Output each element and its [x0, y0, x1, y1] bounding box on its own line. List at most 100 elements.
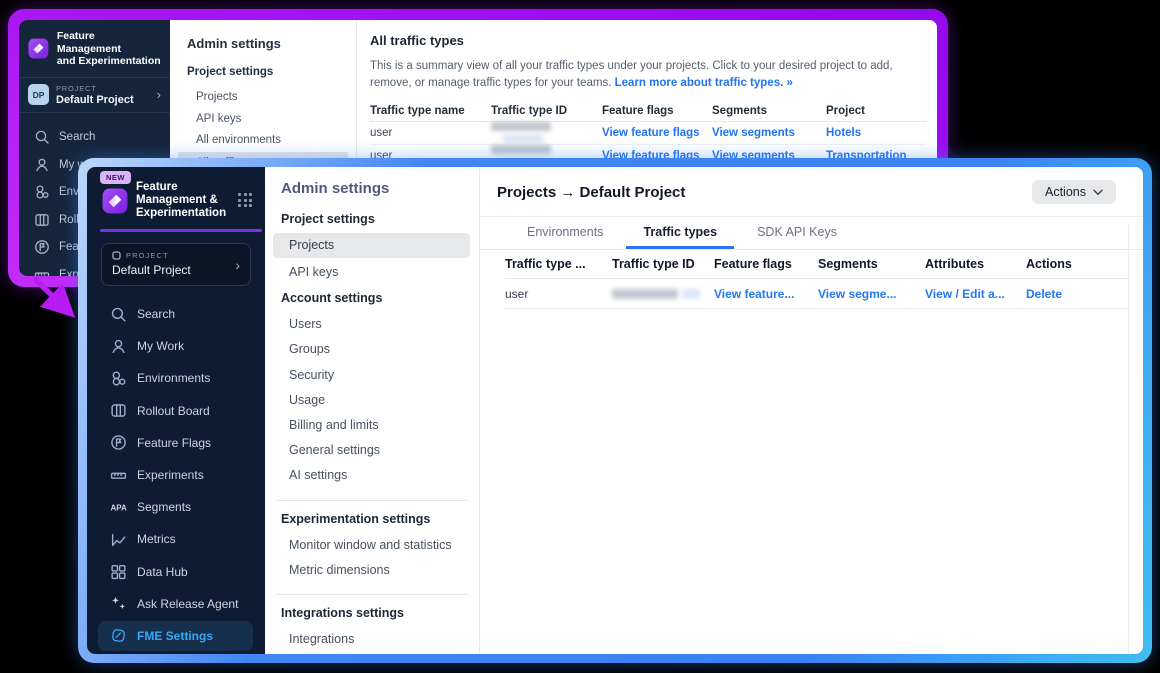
view-segments-link[interactable]: View segments [712, 127, 795, 139]
nav-item-security[interactable]: Security [289, 363, 479, 388]
fme-logo-icon [110, 627, 127, 644]
section-experimentation-settings: Experimentation settings [281, 512, 479, 526]
view-segments-link[interactable]: View segme... [818, 287, 897, 301]
project-link[interactable]: Hotels [826, 127, 861, 139]
nav-item-metric-dimensions[interactable]: Metric dimensions [289, 558, 479, 583]
view-feature-flags-link[interactable]: View feature... [714, 287, 794, 301]
user-icon [34, 157, 50, 173]
sidebar-item-environments[interactable]: Environments [87, 362, 265, 394]
environments-icon [110, 370, 127, 387]
breadcrumb: Projects → Default Project [497, 184, 685, 201]
accent-underline [100, 229, 262, 232]
front-settings-nav: Admin settings Project settings Projects… [265, 167, 480, 654]
segments-icon: APA [110, 499, 127, 516]
sidebar-item-rollout-board[interactable]: Rollout Board [87, 395, 265, 427]
nav-item-api-keys[interactable]: API keys [196, 109, 356, 131]
project-name: Default Project [56, 94, 134, 106]
learn-more-link[interactable]: Learn more about traffic types. » [615, 77, 793, 89]
nav-item-integrations[interactable]: Integrations [289, 627, 479, 652]
stage: Feature Management and Experimentation D… [0, 0, 1160, 673]
experiments-icon [110, 467, 127, 484]
settings-section: Project settings [187, 66, 356, 78]
section-integrations-settings: Integrations settings [281, 606, 479, 620]
tab-environments[interactable]: Environments [510, 217, 620, 249]
sidebar-item-metrics[interactable]: Metrics [87, 523, 265, 555]
tab-traffic-types[interactable]: Traffic types [626, 217, 734, 249]
project-name: Default Project [112, 263, 240, 277]
divider [1128, 225, 1129, 654]
divider [275, 500, 469, 501]
app-title: Feature Management & Experimentation [136, 181, 226, 220]
chevron-right-icon: › [235, 258, 240, 272]
view-edit-attributes-link[interactable]: View / Edit a... [925, 287, 1005, 301]
app-title: Feature Management and Experimentation [57, 30, 161, 68]
actions-button[interactable]: Actions [1032, 180, 1116, 204]
chevron-right-icon: › [157, 88, 161, 101]
rollout-board-icon [34, 212, 50, 228]
nav-item-ai-settings[interactable]: AI settings [289, 463, 479, 488]
section-project-settings: Project settings [281, 212, 479, 226]
app-logo: Feature Management and Experimentation [19, 20, 170, 77]
data-hub-icon [110, 563, 127, 580]
rollout-board-icon [110, 402, 127, 419]
settings-title: Admin settings [281, 180, 479, 197]
sidebar-item-ask-release-agent[interactable]: Ask Release Agent [87, 588, 265, 620]
front-window: NEW Feature Management & Experimentation [78, 158, 1152, 663]
sidebar-item-search[interactable]: Search [87, 298, 265, 330]
sidebar-item-data-hub[interactable]: Data Hub [87, 556, 265, 588]
project-selector[interactable]: PROJECT Default Project › [101, 243, 251, 286]
nav-item-projects[interactable]: Projects [273, 233, 470, 258]
search-icon [34, 129, 50, 145]
table-header-row: Traffic type ... Traffic type ID Feature… [505, 250, 1128, 279]
sidebar-item-segments[interactable]: APA Segments [87, 491, 265, 523]
search-icon [110, 306, 127, 323]
page-title: All traffic types [370, 33, 926, 48]
nav-item-api-keys[interactable]: API keys [289, 260, 479, 285]
settings-title: Admin settings [187, 36, 356, 51]
feature-flags-icon [110, 434, 127, 451]
view-feature-flags-link[interactable]: View feature flags [602, 127, 700, 139]
redacted-id [612, 287, 714, 301]
table-row: user View feature flags View segments Ho… [370, 122, 926, 145]
nav-item-usage[interactable]: Usage [289, 388, 479, 413]
sparkle-icon [110, 595, 127, 612]
project-badge: DP [28, 84, 49, 105]
project-selector[interactable]: DP PROJECT Default Project › [19, 78, 170, 112]
front-sidebar-menu: Search My Work Environments Rollout Boar… [87, 298, 265, 651]
sidebar-item-search[interactable]: Search [19, 124, 170, 152]
table-row: user View feature... View segme... View … [505, 279, 1128, 309]
delete-link[interactable]: Delete [1026, 287, 1062, 301]
page-description: This is a summary view of all your traff… [370, 58, 926, 92]
nav-item-all-environments[interactable]: All environments [196, 130, 356, 152]
project-label: PROJECT [126, 251, 169, 260]
sidebar-item-my-work[interactable]: My Work [87, 330, 265, 362]
nav-item-billing-and-limits[interactable]: Billing and limits [289, 413, 479, 438]
sidebar-item-experiments[interactable]: Experiments [87, 459, 265, 491]
table-header-row: Traffic type name Traffic type ID Featur… [370, 101, 926, 122]
redacted-id [491, 121, 602, 145]
environments-icon [34, 184, 50, 200]
user-icon [110, 338, 127, 355]
split-logo-icon [102, 188, 128, 214]
svg-text:APA: APA [111, 503, 127, 512]
chevron-down-icon [1093, 189, 1103, 196]
front-sidebar: NEW Feature Management & Experimentation [87, 167, 265, 654]
project-label: PROJECT [56, 84, 134, 93]
nav-item-general-settings[interactable]: General settings [289, 438, 479, 463]
nav-item-projects[interactable]: Projects [196, 87, 356, 109]
project-icon [112, 251, 121, 260]
split-logo-icon [28, 38, 49, 59]
tab-bar: Environments Traffic types SDK API Keys [480, 217, 1143, 250]
tab-sdk-api-keys[interactable]: SDK API Keys [740, 217, 854, 249]
sidebar-item-fme-settings[interactable]: FME Settings [98, 621, 253, 651]
section-account-settings: Account settings [281, 291, 479, 305]
new-badge: NEW [100, 171, 131, 184]
divider [275, 594, 469, 595]
apps-grid-icon[interactable] [238, 193, 252, 207]
nav-item-groups[interactable]: Groups [289, 337, 479, 362]
front-main: Projects → Default Project Actions Envir… [480, 167, 1143, 654]
feature-flags-icon [34, 239, 50, 255]
nav-item-monitor-window[interactable]: Monitor window and statistics [289, 533, 479, 558]
sidebar-item-feature-flags[interactable]: Feature Flags [87, 427, 265, 459]
nav-item-users[interactable]: Users [289, 312, 479, 337]
